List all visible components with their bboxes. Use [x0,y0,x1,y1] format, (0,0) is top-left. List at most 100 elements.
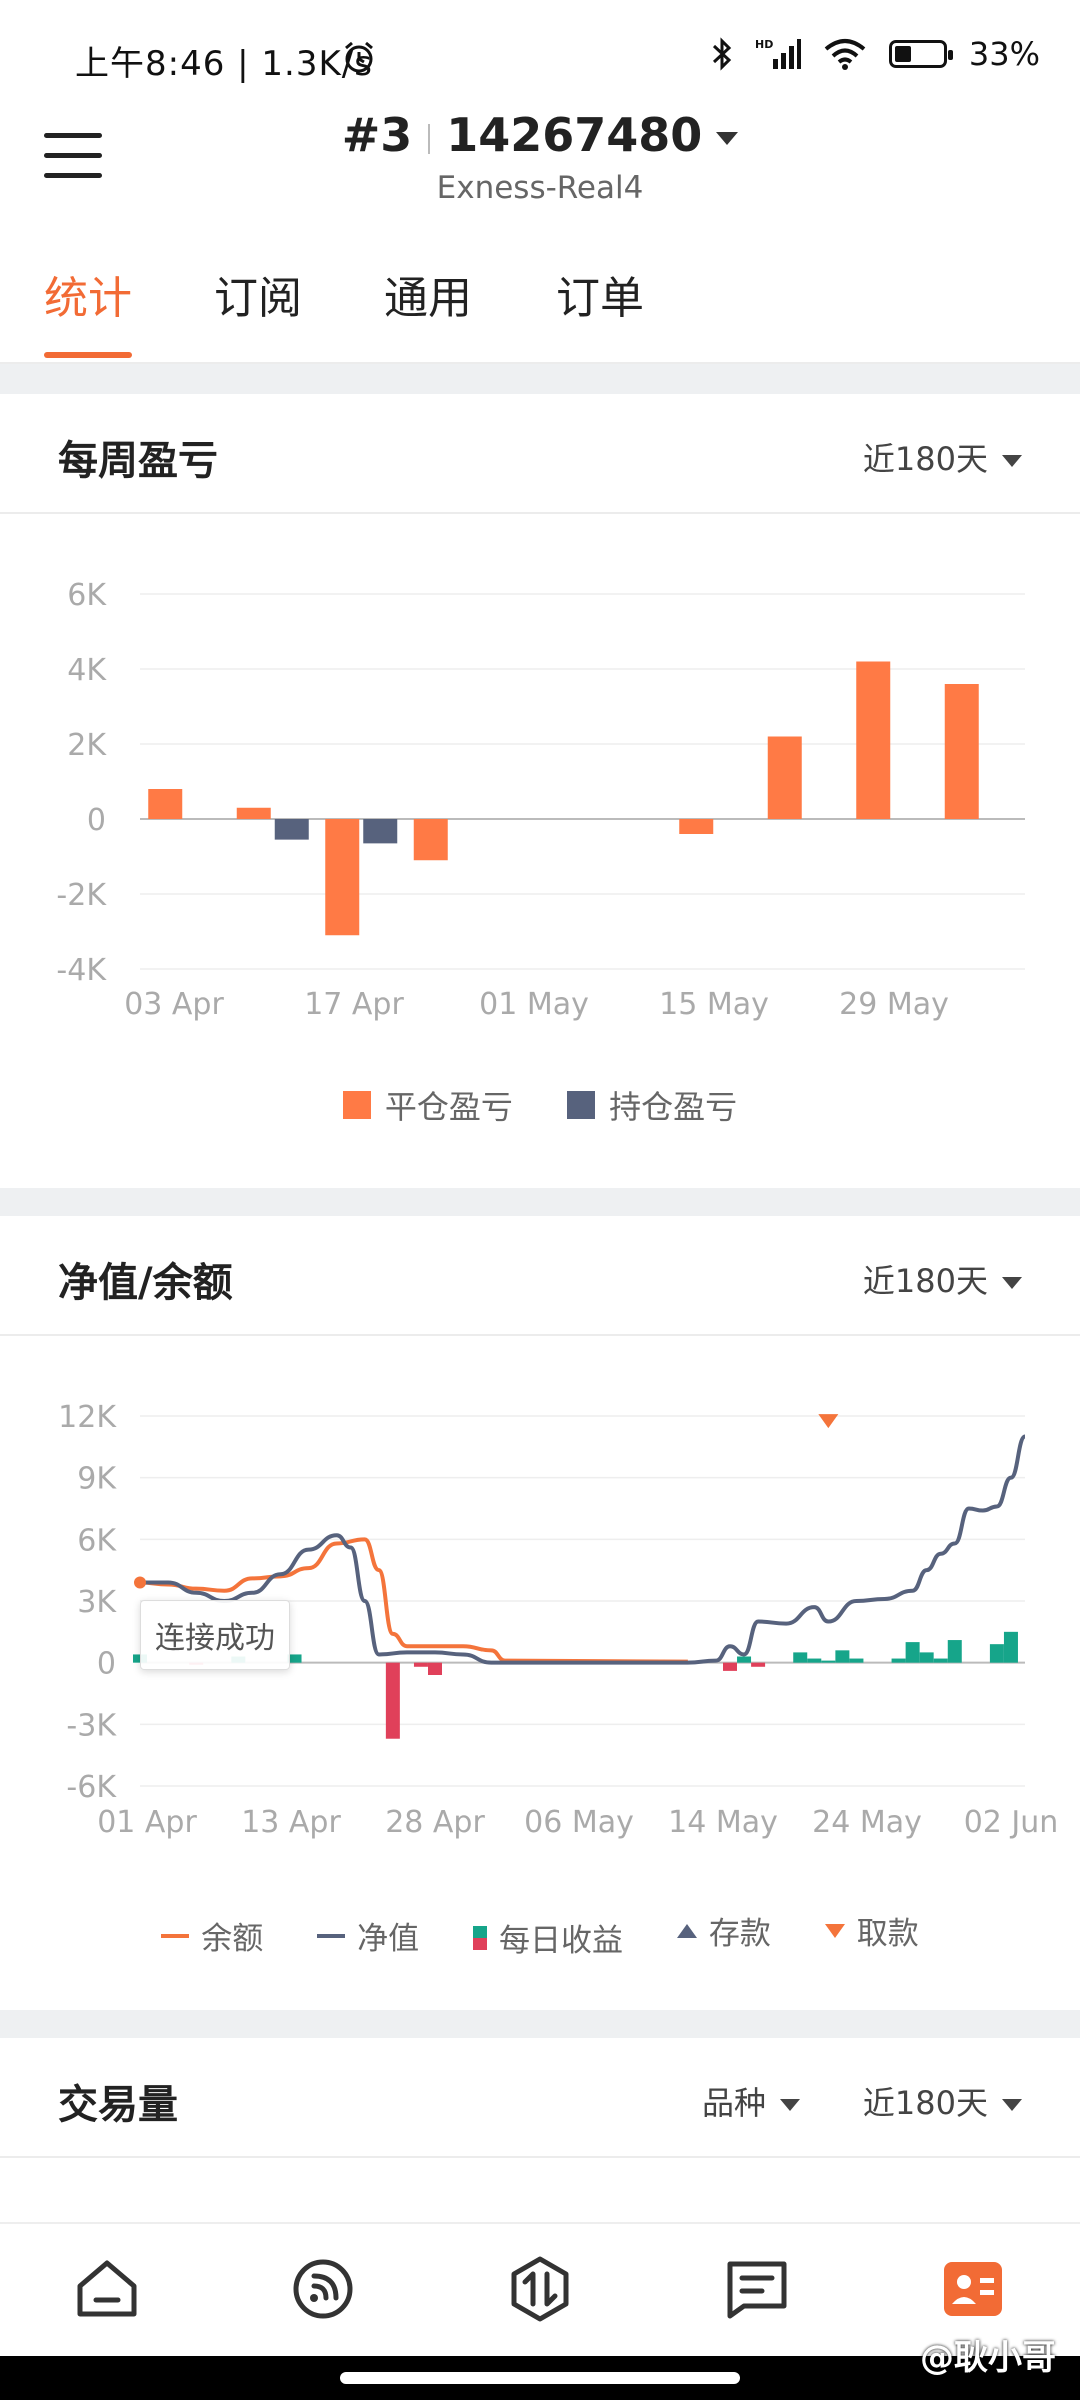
trade-icon[interactable] [505,2254,575,2324]
alarm-icon [345,41,373,73]
weekly-pnl-range-label: 近180天 [862,440,988,478]
legend-label: 净值 [357,1921,420,1957]
bar-closed-pnl [325,819,360,936]
account-selector[interactable]: #3 14267480 [0,108,1080,162]
bar-daily-pnl [947,1640,962,1663]
x-tick-label: 29 May [839,987,949,1022]
bar-closed-pnl [944,684,979,819]
y-tick-label: 3K [77,1585,117,1620]
bar-daily-pnl [723,1662,737,1671]
x-tick-label: 02 Jun [964,1805,1059,1840]
legend-floating-pnl[interactable]: 持仓盈亏 [567,1082,737,1128]
home-icon[interactable] [72,2254,142,2324]
legend-label: 余额 [201,1921,264,1957]
legend-swatch [161,1933,190,1938]
balance-start-point [134,1576,146,1589]
equity-balance-range-select[interactable]: 近180天 [863,1256,1022,1302]
account-server: Exness-Real4 [436,170,644,206]
svg-text:HD: HD [755,38,773,51]
message-icon[interactable] [722,2254,792,2324]
legend-balance[interactable]: 余额 [161,1913,263,1958]
bar-closed-pnl [236,807,271,819]
y-tick-label: -2K [56,878,107,913]
triangle-up-icon [676,1923,697,1938]
signal-icon[interactable] [288,2254,358,2324]
tab-subscription[interactable]: 订阅 [214,262,302,326]
bar-daily-pnl [919,1652,934,1663]
weekly-pnl-chart-svg: 6K 4K 2K 0 -2K -4K 03 Apr 17 Apr 01 May 15 May 29 … [56,578,1025,1022]
legend-deposit[interactable]: 存款 [676,1908,771,1953]
chevron-down-icon [1002,455,1022,467]
volume-title: 交易量 [58,2082,178,2128]
divider [0,2010,1080,2038]
bar-daily-pnl [989,1644,1004,1663]
y-tick-label: -4K [56,953,107,988]
bluetooth-icon [712,37,732,71]
equity-balance-chart: 12K 9K 6K 3K 0 -3K -6K 01 Apr 13 Apr 28 Apr 06 May… [0,1336,1080,2002]
toast-message: 连接成功 [140,1600,290,1670]
legend-label: 每日收益 [499,1923,623,1959]
bar-daily-pnl [1003,1631,1018,1663]
equity-balance-chart-svg: 12K 9K 6K 3K 0 -3K -6K01 Apr 13 Apr 28 Apr 06 May… [58,1400,1059,1840]
bar-floating-pnl [363,819,398,844]
weekly-pnl-header: 每周盈亏 近180天 [0,394,1080,514]
equity-balance-header: 净值/余额 近180天 [0,1216,1080,1336]
legend-label: 取款 [856,1916,919,1952]
x-tick-label: 28 Apr [385,1805,485,1840]
legend-swatch [317,1933,346,1938]
volume-symbol-label: 品种 [701,2084,766,2122]
legend-equity[interactable]: 净值 [317,1913,419,1958]
chevron-down-icon [1002,1277,1022,1289]
volume-range-label: 近180天 [862,2084,988,2122]
bar-closed-pnl [413,819,448,861]
tab-general[interactable]: 通用 [384,262,472,326]
tab-active-indicator [44,352,132,358]
x-tick-label: 15 May [659,987,769,1022]
system-home-bar [0,2356,1080,2400]
y-tick-label: -6K [66,1770,117,1805]
divider [0,364,1080,394]
tab-orders[interactable]: 订单 [556,262,644,326]
legend-swatch [473,1925,487,1950]
tab-bar: 统计 订阅 通用 订单 [0,222,1080,364]
equity-balance-range-label: 近180天 [862,1262,988,1300]
equity-balance-title: 净值/余额 [58,1260,233,1306]
divider [0,1188,1080,1216]
tab-statistics[interactable]: 统计 [44,262,132,326]
bar-daily-pnl [737,1656,752,1663]
equity-balance-legend: 余额 净值 每日收益 存款 取款 [0,1908,1080,1960]
profile-icon[interactable] [938,2254,1008,2324]
bar-closed-pnl [148,789,183,819]
battery-icon [888,40,953,68]
bar-daily-pnl [891,1658,906,1663]
y-tick-label: 0 [87,803,106,838]
legend-daily-pnl[interactable]: 每日收益 [473,1915,623,1960]
watermark: @耿小哥 [920,2338,1056,2378]
x-tick-label: 01 May [479,987,589,1022]
bar-daily-pnl [751,1662,766,1667]
legend-withdrawal[interactable]: 取款 [824,1908,919,1953]
x-tick-label: 03 Apr [124,987,224,1022]
home-indicator[interactable] [340,2372,740,2384]
weekly-pnl-range-select[interactable]: 近180天 [863,434,1022,480]
legend-label: 存款 [708,1916,771,1952]
bar-daily-pnl [905,1642,920,1663]
y-tick-label: 4K [67,653,107,688]
chevron-down-icon [780,2099,800,2111]
y-tick-label: 6K [67,578,107,613]
legend-swatch [342,1091,371,1119]
volume-symbol-select[interactable]: 品种 [702,2078,800,2124]
bar-floating-pnl [274,819,309,840]
bar-daily-pnl [793,1652,808,1663]
bar-closed-pnl [856,661,891,819]
account-id: 14267480 [446,108,703,162]
y-tick-label: 6K [77,1523,117,1558]
y-tick-label: 2K [67,728,107,763]
volume-range-select[interactable]: 近180天 [863,2078,1022,2124]
y-tick-label: 9K [77,1462,117,1497]
bar-daily-pnl [835,1650,850,1663]
x-tick-label: 01 Apr [97,1805,197,1840]
triangle-down-icon [824,1923,845,1938]
legend-closed-pnl[interactable]: 平仓盈亏 [342,1082,513,1128]
status-icons: HD 33% [711,34,1040,74]
